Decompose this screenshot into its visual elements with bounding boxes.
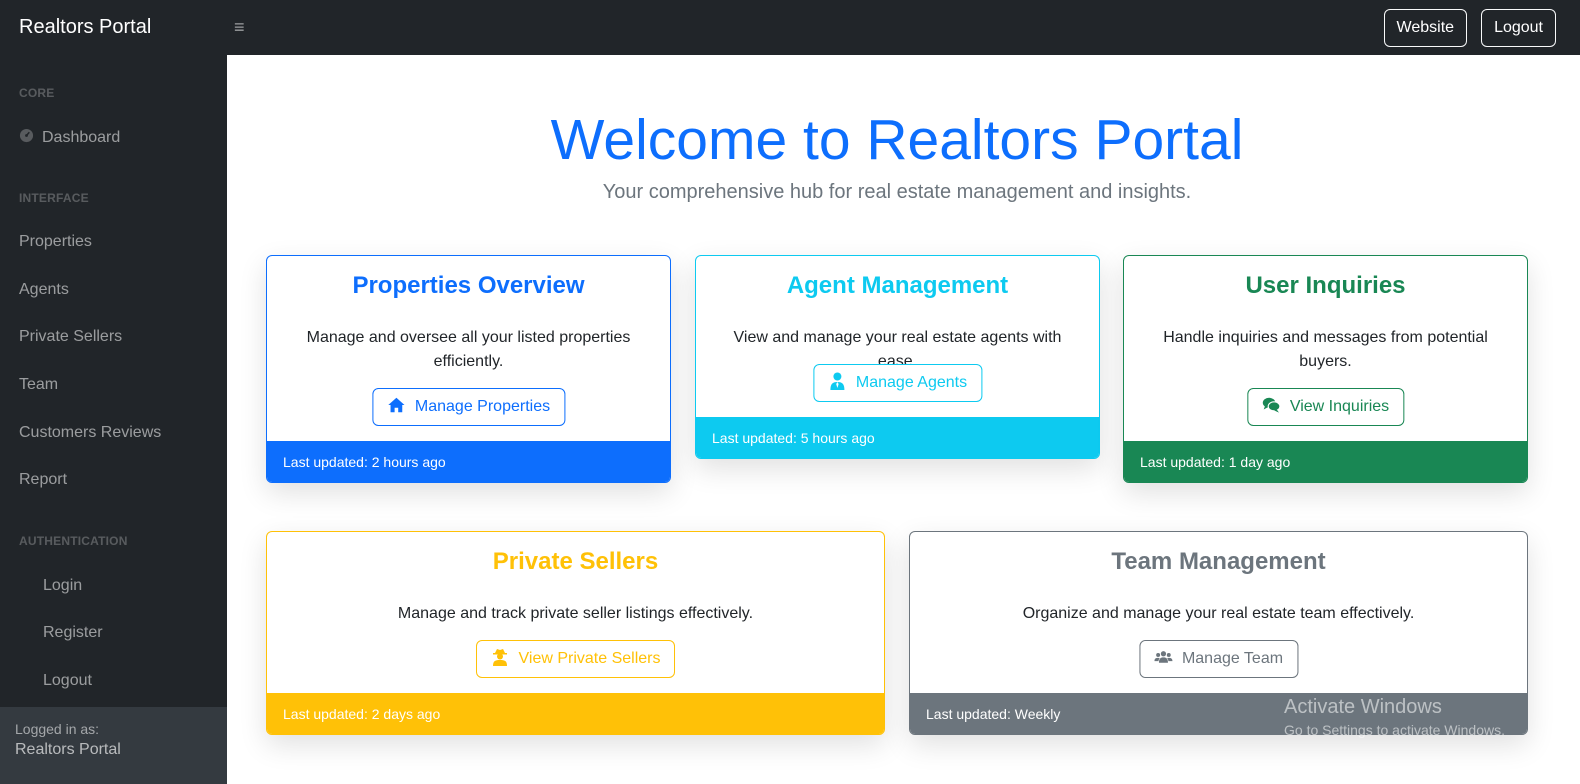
logged-in-label: Logged in as: xyxy=(15,721,100,737)
card-text: Manage and oversee all your listed prope… xyxy=(306,329,631,370)
button-label: Manage Team xyxy=(1181,650,1284,667)
sidebar-item-label: Report xyxy=(19,471,68,488)
page-title: Welcome to Realtors Portal xyxy=(550,108,1244,172)
sidebar-item-label: Customers Reviews xyxy=(19,424,162,441)
sidebar-item-label: Properties xyxy=(19,233,92,250)
last-updated-text: Last updated: Weekly xyxy=(926,705,1061,722)
sidebar-heading-authentication: Authentication xyxy=(19,534,128,548)
card-agent-management: Agent Management View and manage your re… xyxy=(695,255,1100,459)
last-updated-text: Last updated: 2 days ago xyxy=(283,705,441,722)
card-text: Organize and manage your real estate tea… xyxy=(1022,605,1415,622)
sidebar-item-label: Team xyxy=(19,376,59,393)
manage-team-button[interactable]: Manage Team xyxy=(1138,640,1299,678)
sidebar-item-label: Login xyxy=(43,577,83,594)
card-text: Manage and track private seller listings… xyxy=(397,605,754,622)
logged-in-user: Realtors Portal xyxy=(15,741,121,758)
users-icon xyxy=(1153,648,1172,671)
comments-icon xyxy=(1262,396,1280,419)
sidebar-item-login[interactable]: Login xyxy=(43,577,82,595)
brand-logo[interactable]: Realtors Portal xyxy=(0,16,227,39)
view-inquiries-button[interactable]: View Inquiries xyxy=(1246,388,1405,426)
sidebar-item-dashboard[interactable]: Dashboard xyxy=(19,128,120,148)
sidebar: Core Dashboard Interface Properties Agen… xyxy=(0,55,227,784)
user-tie-icon xyxy=(828,372,846,395)
page-subtitle: Your comprehensive hub for real estate m… xyxy=(602,181,1192,203)
sidebar-item-label: Private Sellers xyxy=(19,328,123,345)
button-label: View Private Sellers xyxy=(518,650,661,667)
card-footer: Last updated: 1 day ago xyxy=(1124,441,1527,482)
top-navbar: Realtors Portal ≡ Website Logout xyxy=(0,0,1580,55)
last-updated-text: Last updated: 2 hours ago xyxy=(283,453,446,470)
sidebar-item-label: Dashboard xyxy=(42,129,121,146)
card-properties-overview: Properties Overview Manage and oversee a… xyxy=(266,255,671,483)
sidebar-toggle-icon[interactable]: ≡ xyxy=(234,17,245,38)
card-footer: Last updated: 2 days ago xyxy=(267,693,884,734)
last-updated-text: Last updated: 1 day ago xyxy=(1140,453,1291,470)
sidebar-heading-interface: Interface xyxy=(19,191,89,205)
sidebar-item-properties[interactable]: Properties xyxy=(19,233,92,251)
sidebar-item-logout[interactable]: Logout xyxy=(43,672,92,690)
card-footer: Last updated: Weekly xyxy=(910,693,1527,734)
home-icon xyxy=(387,396,405,419)
sidebar-item-private-sellers[interactable]: Private Sellers xyxy=(19,328,122,346)
last-updated-text: Last updated: 5 hours ago xyxy=(712,429,875,446)
sidebar-item-label: Agents xyxy=(19,281,69,298)
sidebar-item-team[interactable]: Team xyxy=(19,376,58,394)
card-team-management: Team Management Organize and manage your… xyxy=(909,531,1528,735)
card-footer: Last updated: 2 hours ago xyxy=(267,441,670,482)
sidebar-item-label: Register xyxy=(43,624,103,641)
sidebar-footer: Logged in as: Realtors Portal xyxy=(0,707,227,784)
card-title: User Inquiries xyxy=(1245,272,1406,299)
card-title: Private Sellers xyxy=(492,548,659,575)
sidebar-item-register[interactable]: Register xyxy=(43,624,103,642)
sidebar-item-label: Logout xyxy=(43,672,92,689)
tachometer-icon xyxy=(19,128,34,148)
card-user-inquiries: User Inquiries Handle inquiries and mess… xyxy=(1123,255,1528,483)
main-content: Welcome to Realtors Portal Your comprehe… xyxy=(227,55,1580,784)
button-label: View Inquiries xyxy=(1289,398,1390,415)
card-text: Handle inquiries and messages from poten… xyxy=(1163,329,1488,370)
view-private-sellers-button[interactable]: View Private Sellers xyxy=(475,640,676,678)
manage-properties-button[interactable]: Manage Properties xyxy=(371,388,566,426)
card-title: Team Management xyxy=(1111,548,1326,575)
logout-button[interactable]: Logout xyxy=(1481,8,1556,47)
button-label: Manage Agents xyxy=(855,374,968,391)
manage-agents-button[interactable]: Manage Agents xyxy=(812,364,983,402)
card-title: Properties Overview xyxy=(352,272,585,299)
sidebar-item-report[interactable]: Report xyxy=(19,471,67,489)
card-title: Agent Management xyxy=(786,272,1009,299)
button-label: Manage Properties xyxy=(414,398,551,415)
website-button[interactable]: Website xyxy=(1383,8,1468,47)
user-secret-icon xyxy=(491,648,509,671)
card-private-sellers: Private Sellers Manage and track private… xyxy=(266,531,885,735)
sidebar-item-customers-reviews[interactable]: Customers Reviews xyxy=(19,424,161,442)
sidebar-heading-core: Core xyxy=(19,86,55,100)
sidebar-item-agents[interactable]: Agents xyxy=(19,281,69,299)
card-footer: Last updated: 5 hours ago xyxy=(696,417,1099,458)
